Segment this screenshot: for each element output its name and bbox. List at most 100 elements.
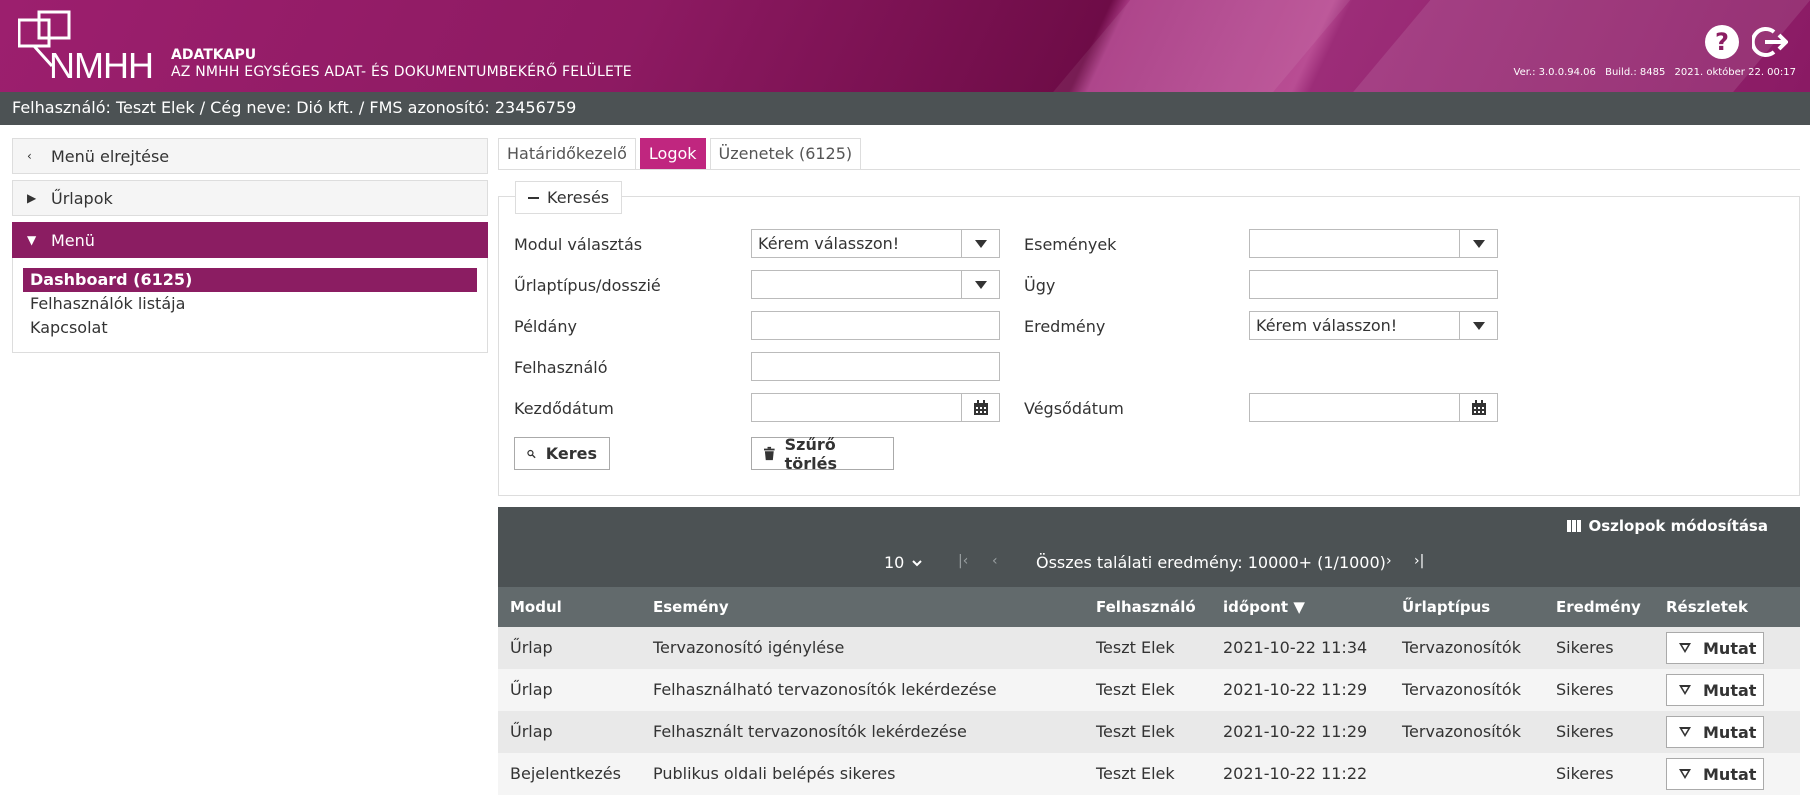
show-details-button[interactable]: Mutat <box>1666 632 1764 664</box>
result-select-value: Kérem válasszon! <box>1256 316 1398 335</box>
menu-label: Menü <box>51 230 95 250</box>
col-header-module[interactable]: Modul <box>510 598 562 616</box>
table-row: Bejelentkezés Publikus oldali belépés si… <box>498 753 1800 795</box>
dropdown-arrow-icon[interactable] <box>961 271 999 298</box>
cell-module: Űrlap <box>510 722 553 741</box>
show-details-button[interactable]: Mutat <box>1666 716 1764 748</box>
chevron-left-icon: ‹ <box>27 149 32 163</box>
search-panel: Modul választás Kérem válasszon! Űrlaptí… <box>498 196 1800 496</box>
tab-logs[interactable]: Logok <box>639 138 706 169</box>
columns-button[interactable]: Oszlopok módosítása <box>1566 517 1768 535</box>
minus-icon <box>528 196 539 199</box>
triangle-down-icon: ▼ <box>27 233 37 247</box>
cell-event: Tervazonosító igénylése <box>653 638 845 657</box>
clear-filter-button[interactable]: Szűrő törlés <box>751 435 894 473</box>
cell-user: Teszt Elek <box>1096 764 1175 783</box>
date-label: 2021. október 22. 00:17 <box>1674 67 1796 78</box>
show-details-label: Mutat <box>1703 722 1757 742</box>
show-details-button[interactable]: Mutat <box>1666 674 1764 706</box>
show-details-label: Mutat <box>1703 764 1757 784</box>
page-size-select[interactable]: 10 <box>884 553 923 572</box>
calendar-icon[interactable] <box>1459 394 1497 421</box>
build-label: Build.: 8485 <box>1605 67 1666 78</box>
enddate-input[interactable] <box>1249 393 1498 422</box>
logout-icon[interactable] <box>1752 24 1788 60</box>
forms-label: Űrlapok <box>51 188 113 208</box>
hide-menu-button[interactable]: ‹ Menü elrejtése <box>12 138 488 174</box>
cell-user: Teszt Elek <box>1096 680 1175 699</box>
sidebar-link-users[interactable]: Felhasználók listája <box>23 292 477 316</box>
result-label: Eredmény <box>1024 317 1106 336</box>
cell-time: 2021-10-22 11:29 <box>1223 680 1368 699</box>
dropdown-arrow-icon[interactable] <box>961 230 999 257</box>
module-select-value: Kérem válasszon! <box>758 234 900 253</box>
result-select[interactable]: Kérem válasszon! <box>1249 311 1498 340</box>
sidebar-link-contact[interactable]: Kapcsolat <box>23 316 477 340</box>
help-icon[interactable]: ? <box>1704 24 1740 60</box>
search-button-label: Keres <box>545 444 597 463</box>
cell-event: Publikus oldali belépés sikeres <box>653 764 896 783</box>
sidebar-link-dashboard[interactable]: Dashboard (6125) <box>23 268 477 292</box>
version-info: Ver.: 3.0.0.94.06 Build.: 8485 2021. okt… <box>1508 67 1797 78</box>
show-details-button[interactable]: Mutat <box>1666 758 1764 790</box>
filter-triangle-icon <box>1679 727 1691 737</box>
app-subtitle: AZ NMHH EGYSÉGES ADAT- ÉS DOKUMENTUMBEKÉ… <box>171 64 632 80</box>
instance-input[interactable] <box>751 311 1000 340</box>
first-page-icon[interactable]: |‹ <box>958 553 968 569</box>
dropdown-arrow-icon[interactable] <box>1459 312 1497 339</box>
next-page-icon[interactable]: › <box>1386 553 1392 569</box>
startdate-label: Kezdődátum <box>514 399 614 418</box>
last-page-icon[interactable]: ›| <box>1414 553 1424 569</box>
events-label: Események <box>1024 235 1117 254</box>
col-header-event[interactable]: Esemény <box>653 598 729 616</box>
cell-user: Teszt Elek <box>1096 638 1175 657</box>
search-toggle[interactable]: Keresés <box>515 181 623 214</box>
cell-formtype: Tervazonosítók <box>1402 722 1521 741</box>
sidebar-item-forms[interactable]: ▶ Űrlapok <box>12 180 488 216</box>
cell-result: Sikeres <box>1556 764 1614 783</box>
filter-triangle-icon <box>1679 685 1691 695</box>
table-row: Űrlap Felhasználható tervazonosítók leké… <box>498 669 1800 711</box>
dropdown-arrow-icon[interactable] <box>1459 230 1497 257</box>
hide-menu-label: Menü elrejtése <box>51 146 170 166</box>
module-select[interactable]: Kérem válasszon! <box>751 229 1000 258</box>
user-input[interactable] <box>751 352 1000 381</box>
enddate-label: Végsődátum <box>1024 399 1124 418</box>
search-button[interactable]: Keres <box>514 437 610 470</box>
col-header-time[interactable]: időpont ▼ <box>1223 598 1305 616</box>
calendar-icon[interactable] <box>961 394 999 421</box>
page-size-value: 10 <box>884 553 905 572</box>
tab-messages[interactable]: Üzenetek (6125) <box>709 138 862 169</box>
sidebar: ‹ Menü elrejtése ▶ Űrlapok ▼ Menü Dashbo… <box>12 138 488 353</box>
col-header-user[interactable]: Felhasználó <box>1096 598 1196 616</box>
instance-label: Példány <box>514 317 577 336</box>
sort-desc-icon: ▼ <box>1293 598 1305 616</box>
cell-module: Bejelentkezés <box>510 764 621 783</box>
pager: 10 |‹ ‹ Összes találati eredmény: 10000+… <box>498 553 1800 577</box>
header-decoration <box>996 0 1384 92</box>
svg-text:?: ? <box>1715 28 1729 56</box>
events-select[interactable] <box>1249 229 1498 258</box>
tab-bar: Határidőkezelő Logok Üzenetek (6125) <box>498 138 1800 170</box>
cell-result: Sikeres <box>1556 722 1614 741</box>
app-name: ADATKAPU <box>171 47 257 63</box>
col-header-formtype[interactable]: Űrlaptípus <box>1402 598 1490 616</box>
filter-triangle-icon <box>1679 769 1691 779</box>
case-input[interactable] <box>1249 270 1498 299</box>
formtype-select[interactable] <box>751 270 1000 299</box>
user-info-bar: Felhasználó: Teszt Elek / Cég neve: Dió … <box>0 92 1810 125</box>
svg-text:NMHH: NMHH <box>49 45 153 80</box>
cell-formtype: Tervazonosítók <box>1402 680 1521 699</box>
sidebar-item-menu[interactable]: ▼ Menü <box>12 222 488 258</box>
filter-triangle-icon <box>1679 643 1691 653</box>
startdate-input[interactable] <box>751 393 1000 422</box>
cell-time: 2021-10-22 11:34 <box>1223 638 1368 657</box>
sidebar-submenu: Dashboard (6125) Felhasználók listája Ka… <box>12 258 488 353</box>
tab-deadlines[interactable]: Határidőkezelő <box>498 138 636 169</box>
show-details-label: Mutat <box>1703 680 1757 700</box>
cell-formtype: Tervazonosítók <box>1402 638 1521 657</box>
col-header-result[interactable]: Eredmény <box>1556 598 1641 616</box>
col-header-time-label: időpont <box>1223 598 1289 616</box>
cell-user: Teszt Elek <box>1096 722 1175 741</box>
prev-page-icon[interactable]: ‹ <box>992 553 998 569</box>
